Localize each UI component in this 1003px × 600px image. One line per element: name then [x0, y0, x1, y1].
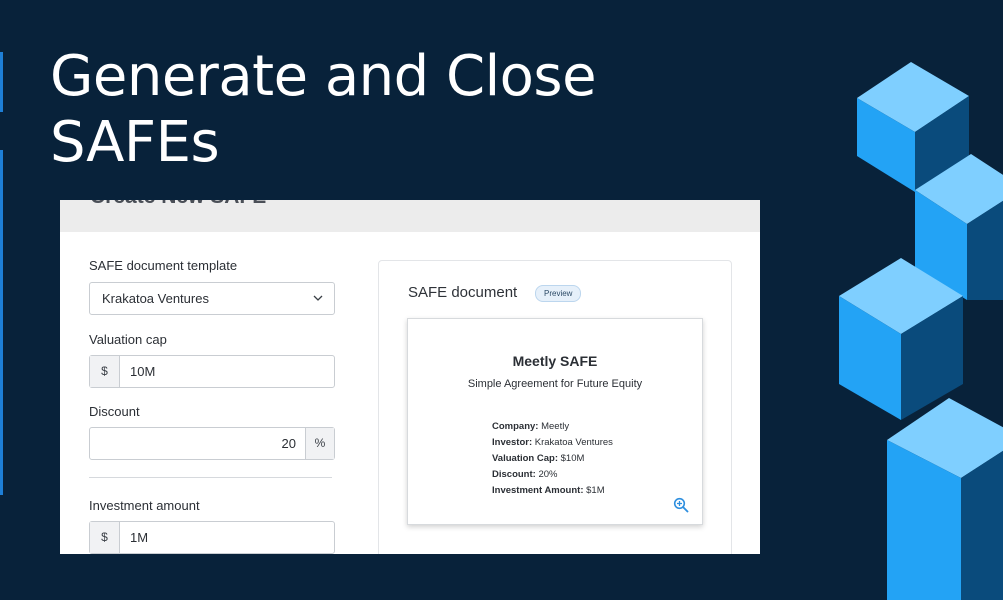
- cubes-illustration: [823, 0, 1003, 600]
- template-select-value: Krakatoa Ventures: [102, 291, 209, 306]
- detail-line: Discount: 20%: [492, 467, 613, 483]
- headline-line-1: Generate and Close: [50, 44, 596, 109]
- investment-amount-value: 1M: [130, 530, 148, 545]
- detail-label: Investor:: [492, 437, 532, 448]
- left-accent-bar: [0, 150, 3, 495]
- preview-card: SAFE document Preview Meetly SAFE Simple…: [378, 260, 732, 554]
- valuation-cap-label: Valuation cap: [89, 332, 167, 347]
- headline-line-2: SAFEs: [50, 110, 219, 175]
- detail-label: Valuation Cap:: [492, 453, 558, 464]
- currency-prefix: $: [90, 356, 120, 387]
- detail-value: 20%: [538, 469, 557, 480]
- safe-document-thumbnail[interactable]: Meetly SAFE Simple Agreement for Future …: [407, 318, 703, 525]
- form-divider: [89, 477, 332, 478]
- detail-line: Investment Amount: $1M: [492, 483, 613, 499]
- document-title: Meetly SAFE: [408, 353, 702, 369]
- template-label: SAFE document template: [89, 258, 237, 273]
- document-details: Company: Meetly Investor: Krakatoa Ventu…: [492, 419, 613, 499]
- valuation-cap-input[interactable]: $ 10M: [89, 355, 335, 388]
- create-safe-panel: Create New SAFE SAFE document template K…: [60, 200, 760, 554]
- detail-label: Discount:: [492, 469, 536, 480]
- zoom-in-icon[interactable]: [673, 497, 689, 513]
- detail-line: Valuation Cap: $10M: [492, 451, 613, 467]
- currency-prefix: $: [90, 522, 120, 553]
- chevron-down-icon: [312, 292, 324, 304]
- preview-title: SAFE document: [408, 284, 517, 301]
- document-subtitle: Simple Agreement for Future Equity: [408, 378, 702, 390]
- detail-label: Company:: [492, 421, 538, 432]
- detail-line: Company: Meetly: [492, 419, 613, 435]
- template-select[interactable]: Krakatoa Ventures: [89, 282, 335, 315]
- preview-badge: Preview: [535, 285, 581, 302]
- investment-amount-label: Investment amount: [89, 498, 200, 513]
- left-accent-bar: [0, 52, 3, 112]
- investment-amount-input[interactable]: $ 1M: [89, 521, 335, 554]
- detail-value: $1M: [586, 485, 604, 496]
- detail-line: Investor: Krakatoa Ventures: [492, 435, 613, 451]
- discount-value: 20: [282, 436, 296, 451]
- detail-label: Investment Amount:: [492, 485, 583, 496]
- headline: Generate and Close SAFEs: [50, 44, 596, 176]
- discount-input[interactable]: 20 %: [89, 427, 335, 460]
- detail-value: Meetly: [541, 421, 569, 432]
- detail-value: $10M: [561, 453, 585, 464]
- page-title: Create New SAFE: [90, 200, 266, 209]
- discount-label: Discount: [89, 404, 140, 419]
- panel-header: Create New SAFE: [60, 200, 760, 232]
- detail-value: Krakatoa Ventures: [535, 437, 613, 448]
- cube: [887, 398, 1003, 600]
- percent-suffix: %: [305, 428, 334, 459]
- valuation-cap-value: 10M: [130, 364, 155, 379]
